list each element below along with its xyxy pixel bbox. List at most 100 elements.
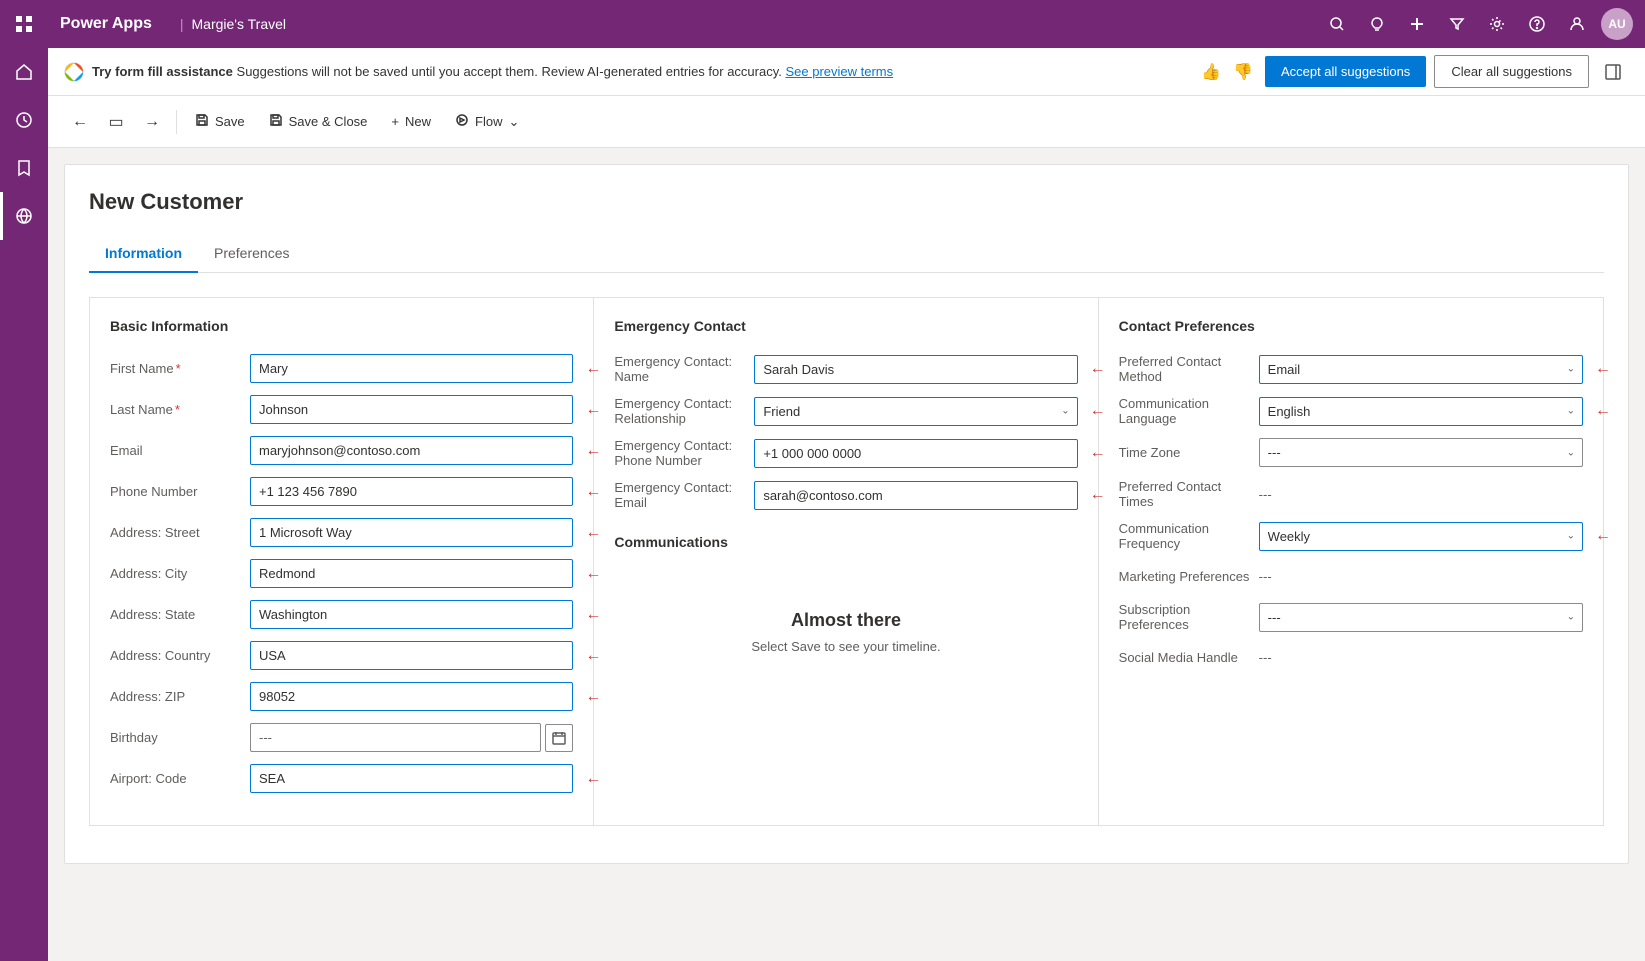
emergency-phone-arrow: ← bbox=[1090, 444, 1106, 462]
ai-banner-thumbs: 👍 👎 bbox=[1197, 60, 1257, 84]
birthday-calendar-button[interactable] bbox=[545, 724, 573, 752]
contact-times-label: Preferred Contact Times bbox=[1119, 479, 1259, 509]
accept-all-button[interactable]: Accept all suggestions bbox=[1265, 56, 1426, 87]
emergency-name-label: Emergency Contact: Name bbox=[614, 354, 754, 384]
save-close-label: Save & Close bbox=[289, 114, 368, 129]
forward-button[interactable]: → bbox=[136, 106, 168, 138]
last-name-wrap: ← bbox=[250, 395, 573, 424]
field-phone: Phone Number ← bbox=[110, 477, 573, 506]
user-avatar[interactable]: AU bbox=[1601, 8, 1633, 40]
sidebar bbox=[0, 0, 48, 961]
lightbulb-icon[interactable] bbox=[1361, 8, 1393, 40]
almost-there-section: Almost there Select Save to see your tim… bbox=[614, 570, 1077, 694]
airport-code-wrap: ← bbox=[250, 764, 573, 793]
thumbs-up-icon[interactable]: 👍 bbox=[1197, 60, 1225, 84]
new-icon: + bbox=[391, 114, 399, 129]
filter-icon[interactable] bbox=[1441, 8, 1473, 40]
page-title: New Customer bbox=[89, 189, 1604, 215]
field-emergency-name: Emergency Contact: Name ← bbox=[614, 354, 1077, 384]
thumbs-down-icon[interactable]: 👎 bbox=[1229, 60, 1257, 84]
emergency-rel-wrap: Friend Family Colleague ⌄ ← bbox=[754, 397, 1077, 426]
street-input[interactable] bbox=[250, 518, 573, 547]
back-button[interactable]: ← bbox=[64, 106, 96, 138]
field-emergency-email: Emergency Contact: Email ← bbox=[614, 480, 1077, 510]
contact-method-select-wrap: Email Phone SMS ⌄ bbox=[1259, 355, 1583, 384]
flow-button[interactable]: Flow ⌄ bbox=[445, 107, 529, 136]
emergency-rel-select-wrap: Friend Family Colleague ⌄ bbox=[754, 397, 1077, 426]
first-name-input[interactable] bbox=[250, 354, 573, 383]
comm-language-arrow: ← bbox=[1595, 402, 1611, 420]
help-icon[interactable] bbox=[1521, 8, 1553, 40]
zip-input[interactable] bbox=[250, 682, 573, 711]
city-input[interactable] bbox=[250, 559, 573, 588]
sidebar-icon-bookmark[interactable] bbox=[0, 144, 48, 192]
country-input[interactable] bbox=[250, 641, 573, 670]
ai-banner-bold: Try form fill assistance bbox=[92, 64, 233, 79]
save-close-button[interactable]: Save & Close bbox=[259, 107, 378, 136]
contact-times-value: --- bbox=[1259, 481, 1272, 508]
add-icon[interactable] bbox=[1401, 8, 1433, 40]
new-button[interactable]: + New bbox=[381, 108, 441, 135]
emergency-rel-label: Emergency Contact: Relationship bbox=[614, 396, 754, 426]
contact-method-select[interactable]: Email Phone SMS bbox=[1259, 355, 1583, 384]
emergency-phone-wrap: ← bbox=[754, 439, 1077, 468]
field-comm-frequency: Communication Frequency Weekly Daily Mon… bbox=[1119, 521, 1583, 551]
last-name-arrow: ← bbox=[585, 401, 601, 419]
field-airport-code: Airport: Code ← bbox=[110, 764, 573, 793]
restore-button[interactable]: ▭ bbox=[100, 106, 132, 138]
emergency-rel-select[interactable]: Friend Family Colleague bbox=[754, 397, 1077, 426]
airport-code-input[interactable] bbox=[250, 764, 573, 793]
street-arrow: ← bbox=[585, 524, 601, 542]
emergency-contact-title: Emergency Contact bbox=[614, 318, 1077, 334]
zip-label: Address: ZIP bbox=[110, 689, 250, 704]
panel-toggle-icon[interactable] bbox=[1597, 56, 1629, 88]
tab-preferences[interactable]: Preferences bbox=[198, 235, 305, 273]
field-country: Address: Country ← bbox=[110, 641, 573, 670]
field-contact-method: Preferred Contact Method Email Phone SMS… bbox=[1119, 354, 1583, 384]
emergency-name-input[interactable] bbox=[754, 355, 1077, 384]
field-first-name: First Name* ← bbox=[110, 354, 573, 383]
state-arrow: ← bbox=[585, 606, 601, 624]
email-input[interactable] bbox=[250, 436, 573, 465]
profile-icon[interactable] bbox=[1561, 8, 1593, 40]
flow-chevron-icon: ⌄ bbox=[508, 114, 519, 130]
field-zip: Address: ZIP ← bbox=[110, 682, 573, 711]
save-button[interactable]: Save bbox=[185, 107, 255, 136]
airport-code-label: Airport: Code bbox=[110, 771, 250, 786]
email-arrow: ← bbox=[585, 442, 601, 460]
comm-frequency-select[interactable]: Weekly Daily Monthly bbox=[1259, 522, 1583, 551]
subscription-prefs-select-wrap: --- ⌄ bbox=[1259, 603, 1583, 632]
ai-logo bbox=[64, 62, 84, 82]
first-name-arrow: ← bbox=[585, 360, 601, 378]
sidebar-icon-clock[interactable] bbox=[0, 96, 48, 144]
field-emergency-relationship: Emergency Contact: Relationship Friend F… bbox=[614, 396, 1077, 426]
city-wrap: ← bbox=[250, 559, 573, 588]
last-name-input[interactable] bbox=[250, 395, 573, 424]
airport-code-arrow: ← bbox=[585, 770, 601, 788]
comm-language-select[interactable]: English Spanish French bbox=[1259, 397, 1583, 426]
ai-banner-link[interactable]: See preview terms bbox=[785, 64, 893, 79]
emergency-email-input[interactable] bbox=[754, 481, 1077, 510]
settings-icon[interactable] bbox=[1481, 8, 1513, 40]
save-icon bbox=[195, 113, 209, 130]
state-input[interactable] bbox=[250, 600, 573, 629]
tab-information[interactable]: Information bbox=[89, 235, 198, 273]
subscription-prefs-select[interactable]: --- bbox=[1259, 603, 1583, 632]
timezone-select[interactable]: --- bbox=[1259, 438, 1583, 467]
almost-there-title: Almost there bbox=[791, 610, 901, 631]
field-email: Email ← bbox=[110, 436, 573, 465]
birthday-input[interactable] bbox=[250, 723, 541, 752]
form-container: New Customer Information Preferences Bas… bbox=[64, 164, 1629, 864]
communications-title: Communications bbox=[614, 534, 1077, 550]
communications-section: Communications bbox=[614, 534, 1077, 550]
nav-divider: | bbox=[180, 16, 184, 32]
field-emergency-phone: Emergency Contact: Phone Number ← bbox=[614, 438, 1077, 468]
clear-all-button[interactable]: Clear all suggestions bbox=[1434, 55, 1589, 88]
flow-icon bbox=[455, 113, 469, 130]
phone-input[interactable] bbox=[250, 477, 573, 506]
sidebar-icon-grid[interactable] bbox=[0, 0, 48, 48]
sidebar-icon-globe[interactable] bbox=[0, 192, 48, 240]
search-icon[interactable] bbox=[1321, 8, 1353, 40]
emergency-phone-input[interactable] bbox=[754, 439, 1077, 468]
sidebar-icon-home[interactable] bbox=[0, 48, 48, 96]
